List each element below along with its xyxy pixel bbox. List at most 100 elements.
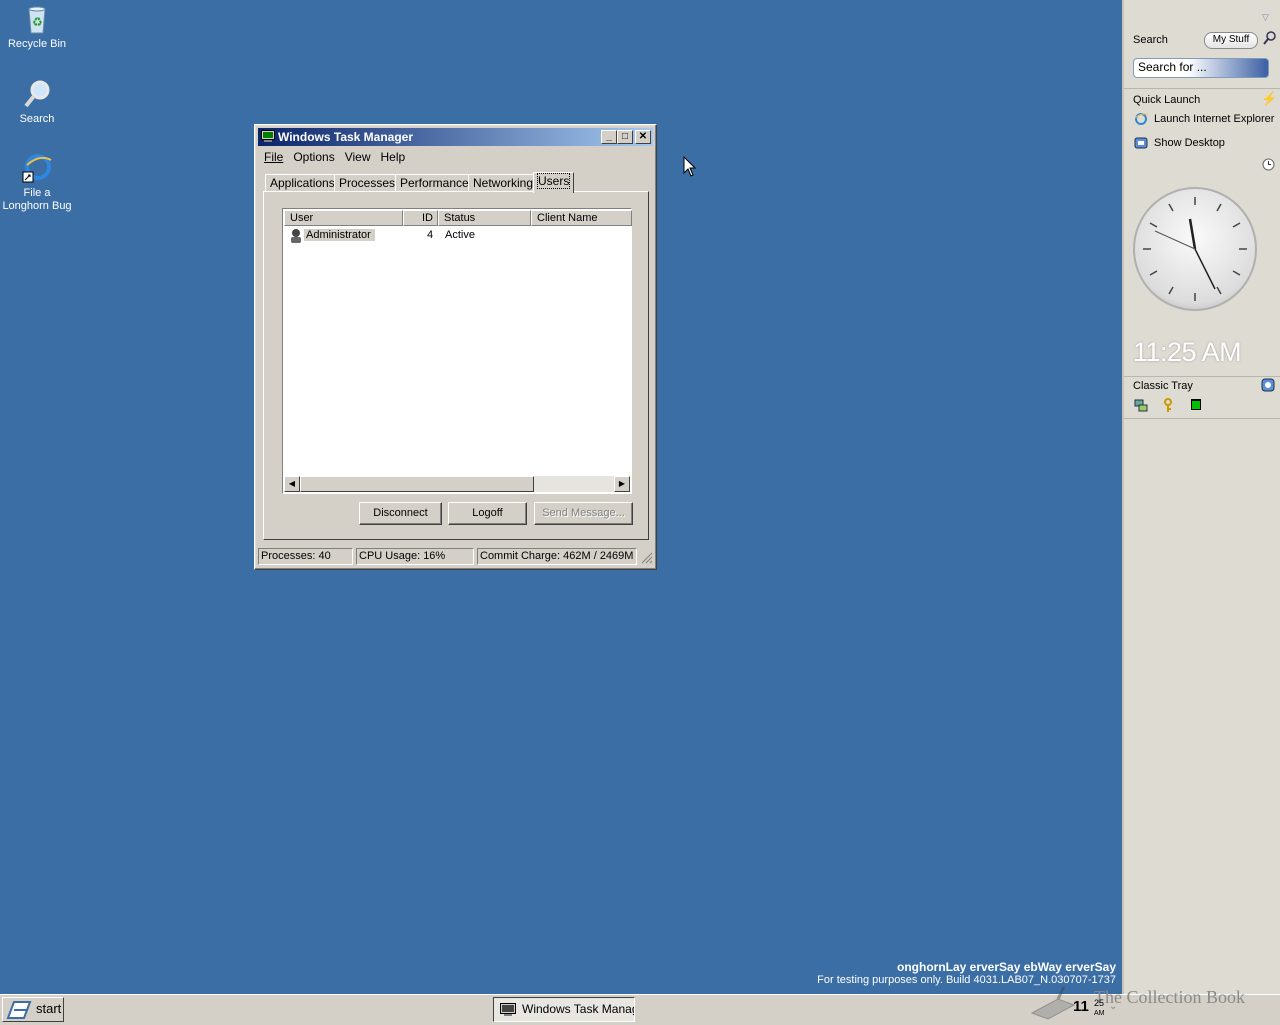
cpu-meter-tray-icon[interactable] — [1190, 398, 1204, 415]
desktop-icon-label: File a Longhorn Bug — [2, 187, 72, 212]
desktop-icon-file-bug[interactable]: File a Longhorn Bug — [0, 152, 74, 213]
user-icon — [289, 228, 303, 246]
scroll-right-button[interactable]: ▶ — [614, 476, 630, 492]
send-message-button[interactable]: Send Message... — [534, 502, 633, 525]
clock-face-icon — [1143, 197, 1247, 301]
quick-launch-show-desktop[interactable]: Show Desktop — [1134, 136, 1225, 150]
internet-explorer-shortcut-icon — [21, 152, 53, 184]
scroll-thumb[interactable] — [300, 476, 534, 492]
tab-label: Performance — [400, 176, 469, 190]
desktop-icon-search[interactable]: Search — [0, 78, 74, 126]
row-user: Administrator — [304, 229, 375, 241]
start-button[interactable]: start — [2, 997, 64, 1022]
table-row[interactable]: Administrator 4 Active — [284, 228, 624, 244]
column-header-user[interactable]: User — [284, 210, 403, 226]
minimize-icon: _ — [606, 131, 612, 142]
analog-clock — [1133, 187, 1257, 311]
digital-clock-time: 11:25 AM — [1133, 337, 1242, 367]
magnifier-icon — [21, 78, 53, 110]
desktop-icon-recycle-bin[interactable]: ♻ Recycle Bin — [0, 3, 74, 51]
horizontal-scrollbar[interactable]: ◀ ▶ — [284, 476, 630, 492]
tab-users[interactable]: Users — [533, 172, 575, 193]
tab-label: Applications — [270, 176, 335, 190]
quick-launch-ie[interactable]: Launch Internet Explorer — [1134, 112, 1274, 126]
column-header-client-name[interactable]: Client Name — [531, 210, 632, 226]
mouse-cursor-icon — [683, 155, 697, 180]
search-title: Search — [1133, 34, 1168, 46]
task-label: Windows Task Manager — [522, 1002, 634, 1016]
resize-grip-icon[interactable] — [640, 551, 653, 564]
users-list[interactable]: User ID Status Client Name Administrator… — [282, 208, 632, 494]
column-header-status[interactable]: Status — [438, 210, 531, 226]
close-button[interactable]: ✕ — [635, 130, 651, 144]
close-icon: ✕ — [638, 131, 648, 142]
tab-processes[interactable]: Processes — [334, 174, 401, 191]
tab-label: Processes — [339, 176, 396, 190]
desktop-icon-label: Search — [19, 113, 55, 125]
tab-label: Users — [536, 173, 571, 189]
status-cpu: CPU Usage: 16% — [356, 548, 474, 565]
tray-clock[interactable]: 11 25 AM — [1073, 998, 1105, 1017]
taskbar-button-task-manager[interactable]: Windows Task Manager — [493, 997, 635, 1022]
tray-hour: 11 — [1073, 998, 1089, 1015]
status-commit: Commit Charge: 462M / 2469M — [477, 548, 637, 565]
search-icon[interactable] — [1263, 31, 1277, 48]
logoff-button[interactable]: Logoff — [448, 502, 527, 525]
internet-explorer-icon — [1134, 112, 1149, 126]
tab-networking[interactable]: Networking — [468, 174, 539, 191]
task-manager-window[interactable]: Windows Task Manager _ □ ✕ File Options Vi… — [254, 124, 657, 570]
maximize-button[interactable]: □ — [617, 130, 633, 144]
show-desktop-icon — [1134, 136, 1148, 150]
maximize-icon: □ — [621, 131, 629, 142]
tray-ampm: AM — [1094, 1010, 1105, 1017]
svg-text:♻: ♻ — [32, 15, 43, 29]
lightning-icon: ⚡ — [1261, 91, 1278, 106]
my-stuff-button[interactable]: My Stuff — [1204, 32, 1258, 49]
watermark-line-1: onghornLay erverSay ebWay erverSay — [897, 960, 1116, 974]
row-id: 4 — [427, 229, 434, 241]
menu-view[interactable]: View — [340, 148, 376, 166]
start-logo-icon — [6, 1000, 32, 1023]
menu-help[interactable]: Help — [376, 148, 411, 166]
list-header: User ID Status Client Name — [284, 210, 632, 226]
sidebar-search-section: Search My Stuff Search for ... — [1124, 0, 1280, 89]
tab-applications[interactable]: Applications — [265, 174, 340, 191]
search-input[interactable]: Search for ... — [1133, 58, 1269, 78]
clock-settings-icon[interactable] — [1262, 158, 1275, 174]
tray-settings-icon[interactable] — [1261, 378, 1275, 395]
collection-book-logo: The Collection Book — [1028, 979, 1280, 1020]
taskbar: start Windows Task Manager The Collectio… — [0, 986, 1280, 1025]
window-title: Windows Task Manager — [278, 130, 414, 144]
disconnect-button[interactable]: Disconnect — [359, 502, 442, 525]
tray-minutes: 25 — [1094, 998, 1105, 1008]
quick-launch-label: Show Desktop — [1154, 136, 1225, 149]
tab-performance[interactable]: Performance — [395, 174, 474, 191]
task-manager-icon — [261, 130, 275, 143]
menu-options[interactable]: Options — [288, 148, 339, 166]
quick-launch-title: Quick Launch — [1133, 94, 1201, 106]
menu-file[interactable]: File — [259, 148, 288, 166]
classic-tray-title: Classic Tray — [1133, 380, 1193, 392]
task-manager-icon — [500, 1002, 516, 1021]
clock-section: 11:25 AM — [1124, 154, 1280, 377]
menu-bar: File Options View Help — [259, 148, 652, 166]
classic-tray-section: Classic Tray — [1124, 377, 1280, 419]
network-tray-icon[interactable] — [1133, 397, 1149, 416]
tray-expand-icon[interactable]: ⌄ — [1109, 1001, 1117, 1012]
column-header-id[interactable]: ID — [403, 210, 438, 226]
start-label: start — [36, 1001, 62, 1016]
title-bar[interactable]: Windows Task Manager _ □ ✕ — [258, 128, 653, 146]
minimize-button[interactable]: _ — [601, 130, 617, 144]
sidebar: ▽ Search My Stuff Search for ... Quick L… — [1122, 0, 1280, 994]
row-status: Active — [445, 229, 475, 241]
keys-tray-icon[interactable] — [1162, 397, 1178, 416]
quick-launch-section: Quick Launch ⚡ Launch Internet Explorer … — [1124, 89, 1280, 153]
scroll-left-button[interactable]: ◀ — [284, 476, 300, 492]
recycle-bin-icon: ♻ — [21, 3, 53, 35]
desktop-icon-label: Recycle Bin — [7, 38, 67, 50]
arrow-right-icon: ▶ — [618, 479, 626, 488]
status-processes: Processes: 40 — [258, 548, 353, 565]
status-bar: Processes: 40 CPU Usage: 16% Commit Char… — [258, 547, 653, 565]
arrow-left-icon: ◀ — [288, 479, 296, 488]
tab-label: Networking — [473, 176, 534, 190]
